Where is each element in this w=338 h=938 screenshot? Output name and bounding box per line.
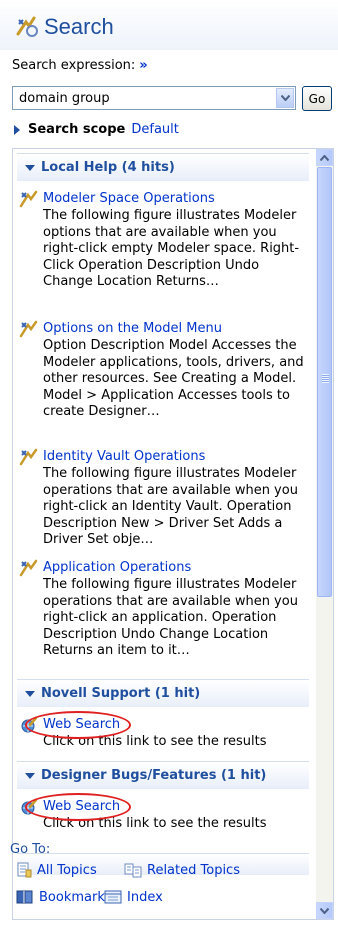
bookmarks-link[interactable]: Bookmarks	[16, 889, 112, 905]
collapse-arrow-icon[interactable]	[25, 772, 35, 779]
results-scrollbar[interactable]	[316, 149, 333, 919]
section-title: Local Help (4 hits)	[41, 160, 175, 175]
hit-description: Option Description Model Accesses the Mo…	[43, 338, 304, 419]
all-topics-label[interactable]: All Topics	[37, 863, 97, 878]
chevron-down-icon[interactable]	[276, 88, 294, 108]
search-title-icon	[16, 16, 38, 37]
hit-title-link[interactable]: Modeler Space Operations	[43, 191, 215, 206]
expand-arrow-icon[interactable]	[14, 124, 20, 135]
index-label[interactable]: Index	[127, 890, 163, 905]
web-search-icon	[21, 798, 38, 815]
collapse-arrow-icon[interactable]	[25, 690, 35, 697]
web-search-icon	[21, 716, 38, 733]
section-header-local-help[interactable]: Local Help (4 hits)	[17, 153, 309, 181]
related-topics-label[interactable]: Related Topics	[147, 863, 240, 878]
search-scope-label: Search scope	[28, 122, 126, 137]
index-link[interactable]: Index	[104, 889, 163, 905]
search-query-value[interactable]: domain group	[13, 91, 276, 106]
help-topic-icon	[19, 320, 38, 338]
bookmarks-label[interactable]: Bookmarks	[39, 890, 112, 905]
search-scope-link[interactable]: Default	[131, 122, 179, 137]
section-header-designer-bugs[interactable]: Designer Bugs/Features (1 hit)	[17, 761, 309, 789]
hit-title-link[interactable]: Identity Vault Operations	[43, 449, 205, 464]
expression-help-chevron-icon[interactable]: »	[139, 58, 147, 73]
view-header: Search	[0, 0, 338, 50]
related-topics-link[interactable]: Related Topics	[124, 862, 240, 878]
help-topic-icon	[19, 190, 38, 208]
scroll-up-icon[interactable]	[316, 149, 333, 166]
section-title: Designer Bugs/Features (1 hit)	[41, 768, 267, 783]
scrollbar-grip-icon	[322, 374, 329, 383]
help-topic-icon	[19, 559, 38, 577]
section-title: Novell Support (1 hit)	[41, 686, 201, 701]
results-pane: Local Help (4 hits) Modeler Space Operat…	[12, 148, 334, 920]
all-topics-link[interactable]: All Topics	[16, 862, 97, 878]
bookmarks-icon	[16, 890, 33, 904]
goto-footer: Go To: All Topics Related Topics Bookmar…	[0, 840, 338, 938]
search-expression-text: Search expression:	[12, 58, 136, 73]
web-search-link[interactable]: Web Search	[43, 799, 120, 814]
hit-title-link[interactable]: Options on the Model Menu	[43, 321, 222, 336]
related-topics-icon	[124, 863, 142, 878]
search-query-combobox[interactable]: domain group	[12, 86, 296, 110]
hit-description: The following figure illustrates Modeler…	[43, 577, 298, 658]
hit-description: The following figure illustrates Modeler…	[43, 466, 298, 547]
all-topics-icon	[17, 862, 32, 878]
go-button[interactable]: Go	[302, 86, 332, 111]
search-expression-label: Search expression:»	[12, 58, 148, 73]
hit-title-link[interactable]: Application Operations	[43, 560, 191, 575]
search-scope-row: Search scope Default	[14, 122, 179, 137]
collapse-arrow-icon[interactable]	[25, 164, 35, 171]
index-icon	[104, 890, 122, 904]
web-search-link[interactable]: Web Search	[43, 717, 120, 732]
hit-description: The following figure illustrates Modeler…	[43, 208, 300, 289]
help-topic-icon	[19, 448, 38, 466]
goto-label: Go To:	[10, 842, 51, 857]
hit-description: Click on this link to see the results	[43, 816, 267, 831]
page-title: Search	[44, 14, 114, 39]
section-header-novell-support[interactable]: Novell Support (1 hit)	[17, 679, 309, 707]
title-row: Search	[14, 14, 114, 40]
scrollbar-thumb[interactable]	[317, 167, 332, 597]
hit-description: Click on this link to see the results	[43, 734, 267, 749]
